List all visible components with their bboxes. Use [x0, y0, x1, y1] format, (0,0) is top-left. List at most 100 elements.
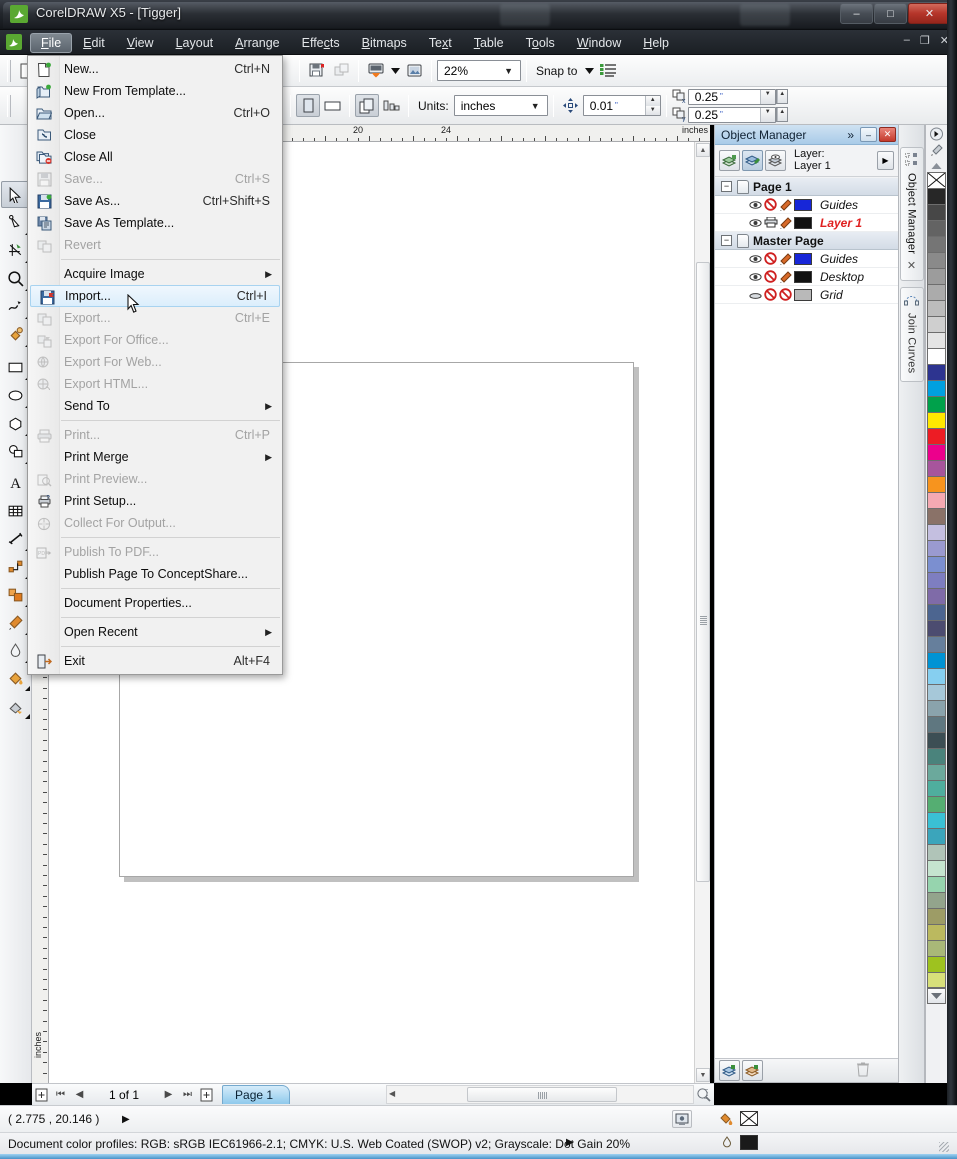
palette-swatch[interactable] [927, 684, 946, 700]
menu-help[interactable]: Help [632, 33, 680, 53]
rectangle-tool[interactable] [1, 354, 31, 381]
new-layer-button[interactable] [719, 1060, 740, 1081]
previous-page-button[interactable]: ◀ [70, 1086, 89, 1104]
palette-swatch[interactable] [927, 748, 946, 764]
nudge-up-button[interactable]: ▲ [644, 96, 660, 106]
close-button[interactable]: ✕ [908, 3, 951, 24]
fill-tool[interactable] [1, 665, 31, 692]
import-content-icon[interactable] [402, 59, 426, 82]
palette-swatch[interactable] [927, 508, 946, 524]
palette-swatch[interactable] [927, 268, 946, 284]
toolbar-grip[interactable] [7, 59, 11, 82]
palette-swatch[interactable] [927, 300, 946, 316]
palette-swatch[interactable] [927, 540, 946, 556]
add-page-end-button[interactable] [197, 1086, 216, 1104]
outline-color-swatch[interactable] [740, 1135, 758, 1150]
fill-swatch[interactable] [718, 1111, 734, 1130]
hscroll-left-arrow[interactable]: ◀ [389, 1089, 395, 1098]
page-tab-page-1[interactable]: Page 1 [222, 1085, 291, 1104]
palette-swatch[interactable] [927, 636, 946, 652]
units-caret[interactable]: ▼ [526, 101, 545, 111]
palette-swatch[interactable] [927, 844, 946, 860]
minimize-button[interactable]: – [840, 3, 873, 24]
palette-swatch[interactable] [927, 332, 946, 348]
palette-swatch[interactable] [927, 908, 946, 924]
palette-swatch[interactable] [927, 316, 946, 332]
palette-swatch[interactable] [927, 876, 946, 892]
docker-tab-object-manager[interactable]: Object Manager ✕ [899, 147, 924, 282]
ellipse-tool[interactable] [1, 382, 31, 409]
property-bar-grip[interactable] [7, 94, 11, 117]
shape-tool[interactable] [1, 209, 31, 236]
current-page-button[interactable] [379, 94, 403, 117]
palette-swatch[interactable] [927, 652, 946, 668]
palette-swatch[interactable] [927, 556, 946, 572]
freehand-tool[interactable] [1, 293, 31, 320]
dimension-tool[interactable] [1, 525, 31, 552]
menu-bitmaps[interactable]: Bitmaps [351, 33, 418, 53]
pick-tool[interactable] [0, 181, 31, 208]
canvas-horizontal-scrollbar[interactable]: ◀ [386, 1085, 694, 1104]
docker-options-button[interactable]: ▶ [877, 151, 894, 170]
new-master-layer-button[interactable] [742, 1060, 763, 1081]
palette-swatch[interactable] [927, 236, 946, 252]
no-print-icon[interactable] [763, 270, 778, 284]
file-menu-item-exit[interactable]: Exit Alt+F4 [28, 650, 282, 672]
layer-color-swatch[interactable] [794, 288, 812, 301]
eye-icon[interactable] [748, 216, 763, 230]
palette-swatch[interactable] [927, 588, 946, 604]
layer-row-grid-6[interactable]: Grid [715, 286, 898, 304]
zoom-tool[interactable] [1, 265, 31, 292]
palette-swatch[interactable] [927, 732, 946, 748]
show-object-properties-button[interactable] [719, 150, 740, 171]
zoom-to-page-button[interactable] [694, 1085, 713, 1104]
table-tool[interactable] [1, 497, 31, 524]
palette-swatch[interactable] [927, 460, 946, 476]
outline-swatch[interactable] [720, 1135, 734, 1154]
expander-icon[interactable]: − [721, 181, 732, 192]
portrait-orientation-button[interactable] [296, 94, 320, 117]
layer-manager-view-button[interactable] [765, 150, 786, 171]
eye-icon[interactable] [748, 198, 763, 212]
scroll-down-arrow[interactable]: ▼ [696, 1068, 710, 1082]
palette-swatch[interactable] [927, 700, 946, 716]
file-menu-item-send-to[interactable]: Send To ▶ [28, 395, 282, 417]
maximize-button[interactable]: □ [874, 3, 907, 24]
palette-swatch[interactable] [927, 828, 946, 844]
file-menu-item-print-setup[interactable]: ? Print Setup... [28, 490, 282, 512]
no-print-icon[interactable] [763, 288, 778, 302]
resize-grip[interactable] [939, 1142, 949, 1152]
palette-swatch[interactable] [927, 380, 946, 396]
palette-swatch[interactable] [927, 364, 946, 380]
layer-row-desktop-5[interactable]: Desktop [715, 268, 898, 286]
landscape-orientation-button[interactable] [320, 94, 344, 117]
layer-group-page-1[interactable]: − Page 1 [715, 178, 898, 196]
palette-scroll-prev-button[interactable] [927, 158, 947, 173]
vertical-scroll-thumb[interactable] [696, 262, 710, 882]
palette-swatch[interactable] [927, 428, 946, 444]
status-expand-arrow[interactable]: ▶ [122, 1114, 130, 1125]
expander-icon[interactable]: − [721, 235, 732, 246]
color-eyedropper-tool[interactable] [1, 609, 31, 636]
pencil-icon[interactable] [778, 252, 793, 266]
eye-closed-icon[interactable] [748, 288, 763, 302]
palette-swatch[interactable] [927, 252, 946, 268]
duplicate-x-field[interactable]: 0.25 " ▼ [687, 88, 776, 105]
mdi-restore-button[interactable]: ❐ [920, 34, 930, 47]
zoom-level-combo[interactable]: 22% ▼ [437, 60, 521, 81]
printer-icon[interactable] [763, 216, 778, 230]
file-menu-item-import[interactable]: Import... Ctrl+I [30, 285, 280, 307]
no-print-icon[interactable] [763, 252, 778, 266]
palette-swatch[interactable] [927, 620, 946, 636]
horizontal-scroll-thumb[interactable] [467, 1087, 617, 1102]
palette-scroll-down-button[interactable] [927, 988, 946, 1004]
menu-tools[interactable]: Tools [515, 33, 566, 53]
last-page-button[interactable]: ⏭ [178, 1086, 197, 1104]
palette-eyedropper-button[interactable] [927, 142, 947, 157]
palette-swatch[interactable] [927, 476, 946, 492]
options-list-icon[interactable] [596, 59, 620, 82]
palette-swatch[interactable] [927, 492, 946, 508]
palette-swatch[interactable] [927, 204, 946, 220]
pencil-icon[interactable] [778, 270, 793, 284]
eye-icon[interactable] [748, 252, 763, 266]
